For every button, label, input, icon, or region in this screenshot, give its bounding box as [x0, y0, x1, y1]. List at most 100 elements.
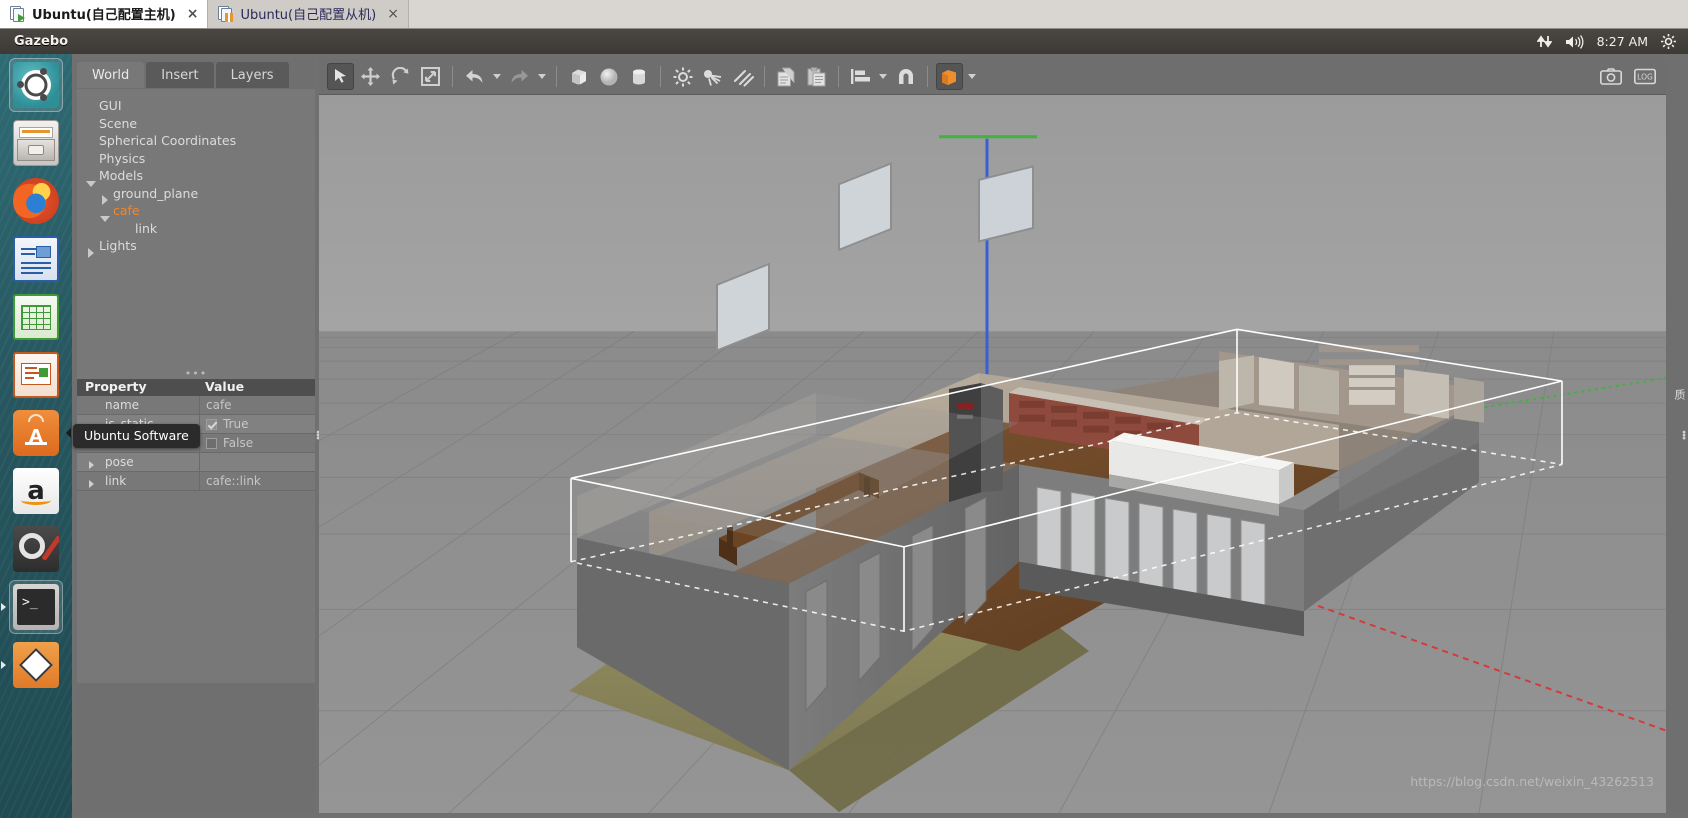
- tab-label: World: [92, 67, 130, 83]
- launcher-item-firefox[interactable]: [9, 174, 63, 228]
- tree-item-spherical-coordinates[interactable]: Spherical Coordinates: [77, 132, 315, 150]
- checkbox-unchecked-icon[interactable]: [206, 437, 217, 449]
- toolbar-right-group: LOG: [1597, 63, 1658, 90]
- tree-item-label: Models: [99, 168, 144, 184]
- clock[interactable]: 8:27 AM: [1597, 34, 1648, 49]
- splitter-grip-icon[interactable]: •••: [185, 368, 207, 379]
- align-button[interactable]: [847, 63, 874, 90]
- table-row[interactable]: name cafe: [77, 395, 315, 415]
- translate-mode-button[interactable]: [357, 63, 384, 90]
- right-dock-resize-handle[interactable]: • • •: [1681, 428, 1687, 444]
- launcher-item-ubuntu-dash[interactable]: [9, 58, 63, 112]
- insert-box-button[interactable]: [565, 63, 592, 90]
- view-angle-button[interactable]: [936, 63, 963, 90]
- scale-mode-button[interactable]: [417, 63, 444, 90]
- chevron-right-icon[interactable]: [89, 461, 94, 469]
- column-header-property: Property: [85, 379, 147, 394]
- tooltip-ubuntu-software: Ubuntu Software: [73, 424, 200, 448]
- insert-cylinder-button[interactable]: [625, 63, 652, 90]
- toolbar-separator: [764, 66, 765, 87]
- watermark: https://blog.csdn.net/weixin_43262513: [1410, 774, 1654, 789]
- gear-icon[interactable]: [1661, 34, 1676, 49]
- toolbar-separator: [927, 66, 928, 87]
- network-updown-icon[interactable]: [1536, 35, 1552, 48]
- launcher-item-system-settings[interactable]: [9, 522, 63, 576]
- libreoffice-impress-icon: [13, 352, 59, 398]
- insert-sphere-button[interactable]: [595, 63, 622, 90]
- launcher-item-terminal[interactable]: >_: [1, 580, 63, 634]
- copy-button[interactable]: [773, 63, 800, 90]
- tree-item-link[interactable]: link: [77, 220, 315, 238]
- tree-item-scene[interactable]: Scene: [77, 115, 315, 133]
- tree-item-physics[interactable]: Physics: [77, 150, 315, 168]
- tree-item-gui[interactable]: GUI: [77, 97, 315, 115]
- redo-button[interactable]: [506, 63, 533, 90]
- column-header-value: Value: [205, 379, 245, 394]
- vm-tab-close-icon[interactable]: ×: [187, 6, 199, 22]
- property-value[interactable]: True: [199, 414, 315, 434]
- point-light-button[interactable]: [669, 63, 696, 90]
- launcher-item-libreoffice-writer[interactable]: [9, 232, 63, 286]
- select-mode-button[interactable]: [327, 63, 354, 90]
- vm-screen-icon: [216, 5, 234, 22]
- spot-light-button[interactable]: [699, 63, 726, 90]
- tab-label: Insert: [161, 67, 199, 83]
- undo-button[interactable]: [461, 63, 488, 90]
- vm-tab-close-icon[interactable]: ×: [387, 6, 399, 22]
- property-table: ••• Property Value name cafe is_static T…: [73, 368, 315, 491]
- amazon-icon: a: [13, 468, 59, 514]
- launcher-item-ubuntu-software[interactable]: A: [9, 406, 71, 460]
- log-record-button[interactable]: LOG: [1631, 63, 1658, 90]
- property-value[interactable]: False: [199, 433, 315, 453]
- screenshot-button[interactable]: [1597, 63, 1624, 90]
- view-angle-dropdown-caret-icon[interactable]: [966, 63, 978, 90]
- table-row[interactable]: pose: [77, 452, 315, 472]
- tree-item-cafe[interactable]: cafe: [77, 202, 315, 222]
- table-row[interactable]: link cafe::link: [77, 471, 315, 491]
- tree-item-label: GUI: [99, 98, 122, 114]
- libreoffice-writer-icon: [13, 236, 59, 282]
- tab-world[interactable]: World: [77, 62, 145, 88]
- rotate-mode-button[interactable]: [387, 63, 414, 90]
- align-dropdown-caret-icon[interactable]: [877, 63, 889, 90]
- undo-dropdown-caret-icon[interactable]: [491, 63, 503, 90]
- dock-tabs: World Insert Layers: [77, 62, 289, 88]
- system-tray: 8:27 AM: [1536, 34, 1688, 49]
- launcher-item-files[interactable]: [9, 116, 63, 170]
- gazebo-icon: [13, 642, 59, 688]
- scene-3d[interactable]: [319, 95, 1666, 813]
- snap-button[interactable]: [892, 63, 919, 90]
- volume-icon[interactable]: [1565, 34, 1584, 49]
- vm-tab-slave[interactable]: Ubuntu(自己配置从机) ×: [208, 0, 409, 28]
- paste-button[interactable]: [803, 63, 830, 90]
- property-value[interactable]: cafe::link: [199, 471, 315, 491]
- tree-item-ground-plane[interactable]: ground_plane: [77, 185, 315, 206]
- property-value[interactable]: [199, 452, 315, 472]
- property-name-label: link: [105, 474, 127, 488]
- tree-item-models[interactable]: Models: [77, 167, 315, 187]
- tree-item-lights[interactable]: Lights: [77, 237, 315, 258]
- vm-tab-label: Ubuntu(自己配置从机): [240, 8, 377, 23]
- chevron-right-icon[interactable]: [89, 480, 94, 488]
- property-value-label: False: [223, 436, 254, 450]
- launcher-item-libreoffice-impress[interactable]: [9, 348, 63, 402]
- property-name: pose: [77, 455, 199, 469]
- unity-launcher: A a >_: [0, 54, 72, 818]
- directional-light-button[interactable]: [729, 63, 756, 90]
- property-name: name: [105, 398, 140, 412]
- launcher-item-amazon[interactable]: a: [9, 464, 63, 518]
- tree-item-label: Spherical Coordinates: [99, 133, 237, 149]
- property-value[interactable]: cafe: [199, 395, 315, 415]
- launcher-item-gazebo[interactable]: [1, 638, 63, 692]
- render-viewport[interactable]: https://blog.csdn.net/weixin_43262513: [319, 95, 1666, 813]
- tab-layers[interactable]: Layers: [215, 62, 289, 88]
- redo-dropdown-caret-icon[interactable]: [536, 63, 548, 90]
- tab-insert[interactable]: Insert: [146, 62, 214, 88]
- gazebo-toolbar: LOG: [319, 59, 1666, 95]
- launcher-item-libreoffice-calc[interactable]: [9, 290, 63, 344]
- vm-tab-host[interactable]: Ubuntu(自己配置主机) ×: [0, 0, 209, 28]
- left-dock: World Insert Layers GUI Scene Spherical …: [73, 59, 321, 813]
- checkbox-checked-icon[interactable]: [206, 418, 217, 430]
- files-icon: [13, 120, 59, 166]
- tree-item-label: link: [135, 220, 158, 236]
